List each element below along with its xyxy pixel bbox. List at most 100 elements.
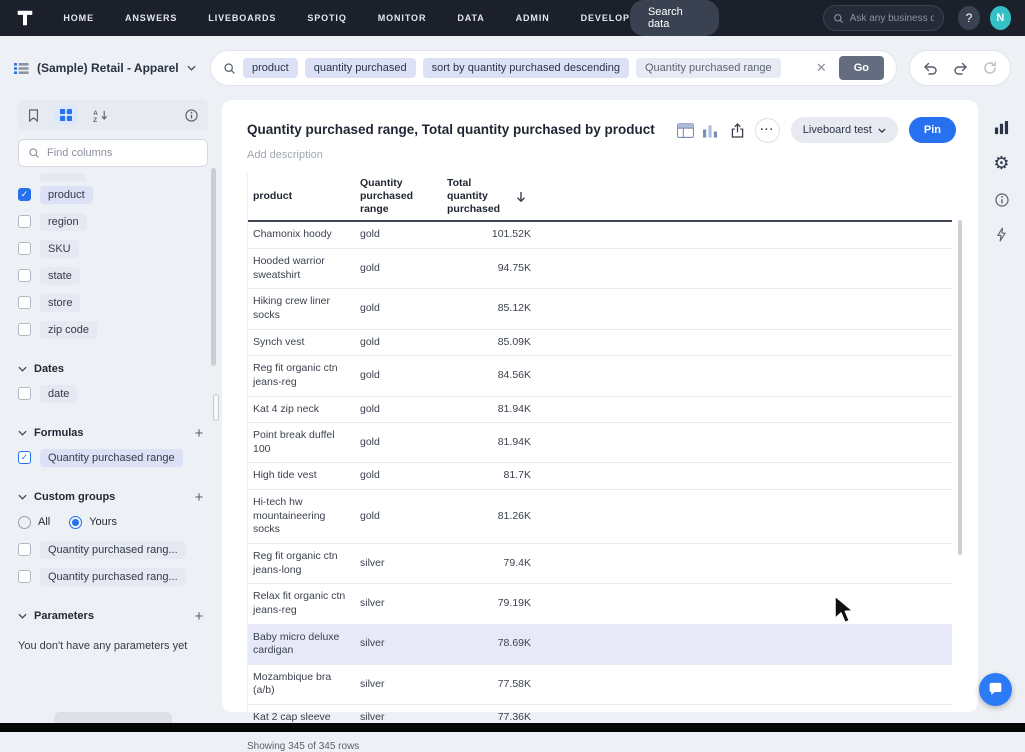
column-header-total[interactable]: Total quantity purchased: [442, 173, 534, 220]
nav-item-monitor[interactable]: MONITOR: [378, 13, 427, 23]
find-columns-box[interactable]: [18, 139, 208, 167]
details-info-icon[interactable]: [995, 193, 1009, 207]
add-formula-button[interactable]: +: [190, 426, 208, 441]
checkbox[interactable]: ✓: [18, 188, 31, 201]
panel-resize-handle[interactable]: [213, 394, 219, 421]
table-row[interactable]: High tide vestgold81.7K: [248, 463, 952, 490]
parameters-section-header[interactable]: Parameters +: [18, 605, 208, 627]
nav-item-develop[interactable]: DEVELOP: [581, 13, 630, 23]
user-avatar[interactable]: N: [990, 6, 1011, 30]
table-row[interactable]: Hi-tech hw mountaineering socksgold81.26…: [248, 490, 952, 544]
bookmark-icon[interactable]: [28, 109, 39, 122]
checkbox[interactable]: [18, 269, 31, 282]
table-view-icon[interactable]: [677, 123, 694, 138]
table-row[interactable]: Hiking crew liner socksgold85.12K: [248, 289, 952, 329]
find-columns-input[interactable]: [47, 147, 198, 159]
column-token[interactable]: SKU: [40, 240, 79, 258]
nav-item-data[interactable]: DATA: [457, 13, 484, 23]
column-item[interactable]: Quantity purchased rang...: [18, 563, 208, 590]
column-token[interactable]: store: [40, 294, 80, 312]
liveboard-button[interactable]: Liveboard test: [791, 117, 898, 143]
checkbox[interactable]: [18, 387, 31, 400]
dates-section-header[interactable]: Dates: [18, 358, 208, 380]
nav-item-answers[interactable]: ANSWERS: [125, 13, 177, 23]
column-item[interactable]: ✓ Quantity purchased range: [18, 444, 208, 471]
table-row[interactable]: Mozambique bra (a/b)silver77.58K: [248, 665, 952, 705]
add-custom-group-button[interactable]: +: [190, 490, 208, 505]
datasource-selector[interactable]: (Sample) Retail - Apparel: [14, 61, 210, 75]
query-token[interactable]: sort by quantity purchased descending: [423, 58, 629, 78]
column-item[interactable]: date: [18, 380, 208, 407]
clear-query-icon[interactable]: ✕: [811, 60, 832, 76]
table-row[interactable]: Baby micro deluxe cardigansilver78.69K: [248, 625, 952, 665]
column-token[interactable]: Quantity purchased rang...: [40, 541, 186, 559]
table-row[interactable]: Hooded warrior sweatshirtgold94.75K: [248, 249, 952, 289]
column-item[interactable]: store: [18, 289, 208, 316]
column-item[interactable]: Quantity purchased rang...: [18, 536, 208, 563]
add-description[interactable]: Add description: [222, 143, 978, 161]
sidebar-scrollbar[interactable]: [211, 168, 216, 366]
table-row[interactable]: Point break duffel 100gold81.94K: [248, 423, 952, 463]
go-button[interactable]: Go: [839, 56, 884, 80]
undo-icon[interactable]: [923, 61, 938, 75]
column-token[interactable]: Quantity purchased range: [40, 449, 183, 467]
checkbox[interactable]: [18, 570, 31, 583]
ask-business-question-input[interactable]: [823, 5, 945, 31]
help-button[interactable]: ?: [958, 6, 979, 30]
custom-groups-section-header[interactable]: Custom groups +: [18, 486, 208, 508]
checkbox[interactable]: ✓: [18, 451, 31, 464]
column-header-product[interactable]: product: [248, 186, 355, 207]
column-item[interactable]: region: [18, 208, 208, 235]
table-row[interactable]: Synch vestgold85.09K: [248, 330, 952, 357]
checkbox[interactable]: [18, 215, 31, 228]
column-item[interactable]: ✓ product: [18, 181, 208, 208]
chart-config-icon[interactable]: [994, 120, 1009, 135]
column-token[interactable]: product: [40, 186, 93, 204]
table-row[interactable]: Reg fit organic ctn jeans-longsilver79.4…: [248, 544, 952, 584]
sort-descending-icon[interactable]: [516, 191, 526, 203]
ask-input-field[interactable]: [850, 13, 935, 24]
settings-gear-icon[interactable]: ⚙: [993, 155, 1009, 173]
column-token[interactable]: date: [40, 385, 77, 403]
column-item[interactable]: SKU: [18, 235, 208, 262]
chat-support-button[interactable]: [979, 673, 1012, 706]
checkbox[interactable]: [18, 242, 31, 255]
column-token[interactable]: state: [40, 267, 80, 285]
share-icon[interactable]: [731, 123, 744, 138]
sort-az-icon[interactable]: AZ: [93, 109, 108, 122]
column-item[interactable]: zip code: [18, 316, 208, 343]
checkbox[interactable]: [18, 543, 31, 556]
radio-yours[interactable]: [69, 516, 82, 529]
checkbox[interactable]: [18, 296, 31, 309]
table-row[interactable]: Kat 4 zip neckgold81.94K: [248, 397, 952, 424]
nav-item-admin[interactable]: ADMIN: [516, 13, 550, 23]
chart-view-icon[interactable]: [702, 123, 718, 138]
thoughtspot-logo-icon[interactable]: [14, 6, 35, 30]
nav-item-spotiq[interactable]: SPOTIQ: [307, 13, 346, 23]
add-parameter-button[interactable]: +: [190, 609, 208, 624]
table-row[interactable]: Reg fit organic ctn jeans-reggold84.56K: [248, 356, 952, 396]
spotiq-lightning-icon[interactable]: [996, 227, 1007, 242]
formulas-section-header[interactable]: Formulas +: [18, 422, 208, 444]
redo-icon[interactable]: [953, 61, 968, 75]
column-token[interactable]: region: [40, 213, 87, 231]
search-data-button[interactable]: Search data: [630, 0, 719, 36]
column-token[interactable]: Quantity purchased rang...: [40, 568, 186, 586]
column-token[interactable]: zip code: [40, 321, 97, 339]
column-item[interactable]: state: [18, 262, 208, 289]
pin-button[interactable]: Pin: [909, 117, 956, 143]
query-token[interactable]: product: [243, 58, 298, 78]
refresh-icon[interactable]: [983, 61, 997, 75]
more-options-button[interactable]: ···: [755, 118, 780, 143]
table-row[interactable]: Chamonix hoodygold101.52K: [248, 222, 952, 249]
columns-grid-icon[interactable]: [54, 105, 78, 125]
nav-item-liveboards[interactable]: LIVEBOARDS: [208, 13, 276, 23]
table-row[interactable]: Relax fit organic ctn jeans-regsilver79.…: [248, 584, 952, 624]
info-icon[interactable]: [185, 109, 198, 122]
column-header-range[interactable]: Quantity purchased range: [355, 173, 442, 220]
query-token[interactable]: quantity purchased: [305, 58, 416, 78]
search-query-box[interactable]: product quantity purchased sort by quantit…: [210, 50, 897, 86]
nav-item-home[interactable]: HOME: [63, 13, 94, 23]
radio-all[interactable]: [18, 516, 31, 529]
checkbox[interactable]: [18, 323, 31, 336]
